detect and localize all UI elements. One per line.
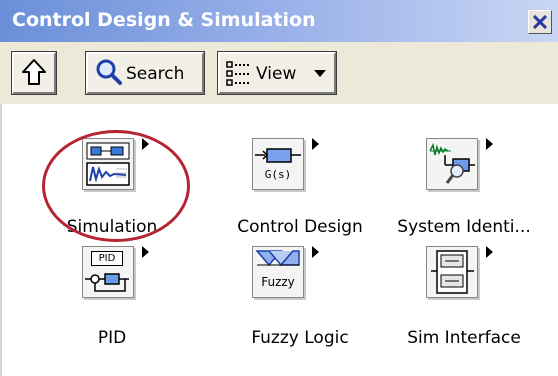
palette-item-control-design[interactable]: G(s) Control Design bbox=[212, 134, 388, 244]
palette-item-sim-interface[interactable]: Sim Interface bbox=[376, 246, 552, 356]
toolbar: Search View bbox=[0, 42, 558, 104]
search-button[interactable]: Search bbox=[85, 51, 205, 95]
submenu-arrow-icon bbox=[486, 138, 493, 150]
window-title: Control Design & Simulation bbox=[12, 9, 316, 31]
view-list-icon bbox=[226, 61, 251, 86]
chevron-down-icon bbox=[314, 70, 326, 77]
title-bar[interactable]: Control Design & Simulation bbox=[0, 0, 558, 42]
fuzzy-logic-icon: Fuzzy bbox=[252, 246, 304, 298]
simulation-highlight-circle bbox=[42, 130, 190, 242]
palette-item-pid[interactable]: PID PID bbox=[24, 246, 200, 356]
close-button[interactable] bbox=[528, 10, 552, 34]
palette-item-label: Control Design bbox=[237, 217, 363, 237]
view-label: View bbox=[256, 64, 297, 84]
palette-item-label: Sim Interface bbox=[407, 328, 521, 348]
submenu-arrow-icon bbox=[312, 246, 319, 258]
palette-item-system-identification[interactable]: System Identi... bbox=[376, 134, 552, 244]
search-label: Search bbox=[126, 64, 185, 84]
search-icon bbox=[96, 59, 122, 85]
up-level-button[interactable] bbox=[11, 51, 57, 95]
system-identification-icon bbox=[426, 138, 478, 190]
up-arrow-icon bbox=[22, 59, 46, 85]
close-icon bbox=[533, 15, 547, 29]
transfer-function-glyph: G(s) bbox=[264, 168, 292, 181]
palette-item-label: PID bbox=[97, 328, 127, 348]
palette-item-label: Fuzzy Logic bbox=[251, 328, 349, 348]
submenu-arrow-icon bbox=[486, 246, 493, 258]
submenu-arrow-icon bbox=[312, 138, 319, 150]
palette-item-label: System Identi... bbox=[397, 217, 531, 237]
sim-interface-icon bbox=[426, 246, 478, 298]
view-button[interactable]: View bbox=[217, 51, 337, 95]
pid-icon: PID bbox=[82, 246, 134, 298]
control-design-icon: G(s) bbox=[252, 138, 304, 190]
palette-item-fuzzy-logic[interactable]: Fuzzy Fuzzy Logic bbox=[212, 246, 388, 356]
palette-window: Control Design & Simulation Search View … bbox=[0, 0, 558, 376]
fuzzy-glyph: Fuzzy bbox=[261, 275, 295, 289]
submenu-arrow-icon bbox=[142, 246, 149, 258]
